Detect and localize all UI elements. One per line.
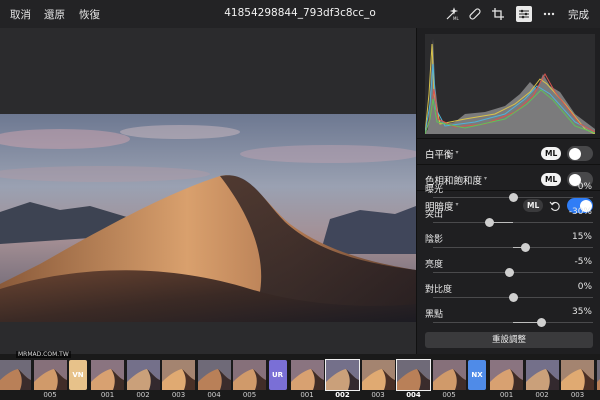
slider-track[interactable] — [433, 318, 593, 327]
slider-track[interactable] — [433, 293, 593, 302]
slider-value: 15% — [571, 232, 592, 242]
adjust-sliders-icon[interactable] — [516, 6, 532, 22]
lightness-ml-button[interactable]: ML — [523, 199, 544, 212]
slider-value: 35% — [571, 307, 592, 317]
slider-label: 陰影 — [425, 235, 444, 245]
filter-thumbnail[interactable] — [561, 360, 594, 390]
more-icon[interactable] — [541, 6, 557, 22]
filter-thumbnail[interactable] — [361, 360, 395, 390]
filter-filmstrip: 005 VN 001 002 003 004 005 UR 001 002 003 004 005 NX 0… — [0, 354, 600, 400]
filter-thumbnail-label: 004 — [207, 391, 221, 399]
filter-thumbnail-label: 004 — [406, 391, 421, 399]
filter-thumbnail[interactable] — [162, 360, 195, 390]
filter-thumbnail[interactable] — [525, 360, 559, 390]
expand-icon: ▾ — [484, 174, 488, 182]
filter-thumbnail[interactable] — [396, 359, 431, 391]
svg-text:ML: ML — [453, 16, 459, 21]
slider-knob[interactable] — [504, 268, 514, 277]
cancel-button[interactable]: 取消 — [10, 7, 31, 22]
filter-thumbnail-label: 002 — [335, 391, 350, 399]
auto-ml-icon[interactable]: ML — [444, 6, 460, 22]
done-button[interactable]: 完成 — [568, 7, 589, 22]
restore-button[interactable]: 恢復 — [79, 7, 100, 22]
slider-track[interactable] — [433, 268, 593, 277]
filter-thumbnail-label: 003 — [171, 391, 186, 399]
slider-label: 突出 — [425, 210, 444, 220]
adjustment-panel: 白平衡 ▾ ML 色相和飽和度 ▾ ML 明暗度 ▾ ML 曝光 0% 突出 -30% 陰影 1… — [416, 28, 600, 354]
slider-knob[interactable] — [508, 193, 518, 202]
filter-thumbnail[interactable] — [197, 360, 231, 390]
slider-track[interactable] — [433, 243, 593, 252]
filter-thumbnail-label: 005 — [43, 391, 57, 399]
filter-thumbnail[interactable] — [490, 360, 523, 390]
filter-thumbnail[interactable] — [233, 360, 266, 390]
hue-saturation-ml-button[interactable]: ML — [541, 173, 562, 186]
filter-thumbnail[interactable] — [0, 360, 31, 390]
slider-knob[interactable] — [536, 318, 546, 327]
filter-thumbnail[interactable] — [290, 360, 324, 390]
hue-saturation-row[interactable]: 色相和飽和度 ▾ ML — [417, 168, 600, 190]
filter-thumbnail-label: 003 — [570, 391, 585, 399]
slider-value: -5% — [574, 257, 592, 267]
filter-group-badge[interactable]: VN — [69, 360, 87, 390]
white-balance-ml-button[interactable]: ML — [541, 147, 562, 160]
slider-knob[interactable] — [484, 218, 494, 227]
slider-label: 曝光 — [425, 185, 444, 195]
white-balance-toggle[interactable] — [567, 146, 593, 161]
filter-thumbnail[interactable] — [33, 360, 67, 390]
revert-button[interactable]: 還原 — [44, 7, 65, 22]
filter-thumbnail[interactable] — [325, 359, 360, 391]
filter-thumbnail-label: 005 — [442, 391, 456, 399]
filter-thumbnail[interactable] — [596, 360, 600, 390]
filter-thumbnail-label: 001 — [300, 391, 314, 399]
undo-icon[interactable] — [549, 198, 562, 217]
top-bar: 取消 還原 恢復 41854298844_793df3c8cc_o ML 完成 — [0, 0, 600, 28]
slider-value: 0% — [577, 182, 592, 192]
slider-label: 對比度 — [425, 285, 453, 295]
slider-label: 黑點 — [425, 310, 444, 320]
slider-knob[interactable] — [520, 243, 530, 252]
expand-icon: ▾ — [455, 148, 459, 156]
filter-thumbnail-label: 005 — [242, 391, 257, 399]
white-balance-label: 白平衡 — [425, 150, 454, 161]
reset-adjustments-button[interactable]: 重設調整 — [425, 332, 593, 348]
filter-thumbnail-label: 002 — [535, 391, 549, 399]
filter-thumbnail-label: 003 — [371, 391, 385, 399]
image-canvas[interactable] — [0, 28, 416, 354]
desert-photo — [0, 114, 416, 322]
slider-knob[interactable] — [508, 293, 518, 302]
filter-thumbnail-label: 001 — [100, 391, 115, 399]
filter-thumbnail-label: 004 — [597, 391, 600, 399]
filter-thumbnail[interactable] — [126, 360, 160, 390]
bandage-icon[interactable] — [467, 6, 483, 22]
histogram — [424, 34, 596, 135]
filter-group-badge[interactable]: UR — [268, 360, 287, 390]
watermark: MRMAD.COM.TW — [16, 351, 71, 358]
slider-track[interactable] — [433, 218, 593, 227]
crop-icon[interactable] — [490, 6, 506, 22]
filter-thumbnail[interactable] — [91, 360, 124, 390]
white-balance-row[interactable]: 白平衡 ▾ ML — [417, 142, 600, 164]
filter-thumbnail[interactable] — [432, 360, 466, 390]
filter-thumbnail-label: 001 — [499, 391, 514, 399]
slider-track[interactable] — [433, 193, 593, 202]
expand-icon: ▾ — [455, 200, 459, 208]
filter-thumbnail-label: 002 — [136, 391, 150, 399]
slider-value: -30% — [568, 207, 592, 217]
filter-group-badge[interactable]: NX — [468, 360, 486, 390]
slider-value: 0% — [577, 282, 592, 292]
slider-label: 亮度 — [425, 260, 444, 270]
